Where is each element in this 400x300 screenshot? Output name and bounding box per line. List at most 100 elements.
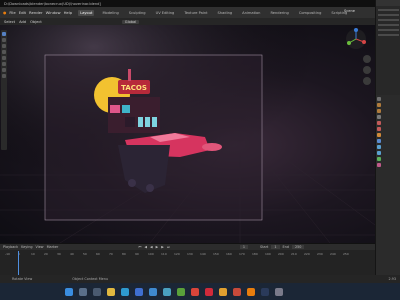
material-tab-icon[interactable]	[377, 163, 381, 167]
transform-tool-icon[interactable]	[2, 62, 6, 66]
menu-bar: ● File Edit Render Window Help Layout Mo…	[0, 7, 400, 18]
folder-icon[interactable]	[219, 287, 227, 296]
outliner-row[interactable]	[378, 9, 399, 11]
outliner-row[interactable]	[378, 14, 399, 16]
current-frame-field[interactable]: 1	[239, 245, 249, 249]
thruster-1	[128, 179, 136, 187]
workspace-tab-modeling[interactable]: Modeling	[100, 10, 120, 16]
opera-icon[interactable]	[205, 287, 213, 296]
rotate-tool-icon[interactable]	[2, 50, 6, 54]
output-tab-icon[interactable]	[377, 109, 381, 113]
constraints-tab-icon[interactable]	[377, 157, 381, 161]
xbox-icon[interactable]	[177, 287, 185, 296]
play-icon[interactable]: ▶	[156, 245, 159, 249]
edge-icon[interactable]	[121, 287, 129, 296]
menu-render[interactable]: Render	[29, 10, 43, 15]
jump-start-icon[interactable]: ⏮	[138, 245, 141, 249]
jump-end-icon[interactable]: ⏭	[167, 245, 170, 249]
taskview-icon[interactable]	[93, 287, 101, 296]
menu-help[interactable]: Help	[64, 10, 73, 15]
tick-label: 190	[265, 252, 271, 256]
physics-tab-icon[interactable]	[377, 151, 381, 155]
blender-logo-icon[interactable]: ●	[3, 10, 6, 15]
keying-menu[interactable]: Keying	[21, 245, 32, 249]
end-frame-field[interactable]: 250	[291, 245, 305, 249]
workspace-tab-shading[interactable]: Shading	[216, 10, 235, 16]
tool-tab-icon[interactable]	[377, 97, 381, 101]
select-tool-icon[interactable]	[2, 32, 6, 36]
tick-label: -10	[5, 252, 10, 256]
steam-icon[interactable]	[261, 287, 269, 296]
start-label: Start	[260, 245, 269, 249]
navigation-gizmo[interactable]	[345, 28, 367, 50]
scale-tool-icon[interactable]	[2, 56, 6, 60]
chrome-icon[interactable]	[191, 287, 199, 296]
outliner-row[interactable]	[378, 19, 399, 21]
workspace-tab-texture-paint[interactable]: Texture Paint	[182, 10, 209, 16]
camera-view-icon[interactable]	[363, 77, 371, 85]
workspace-tab-animation[interactable]: Animation	[240, 10, 262, 16]
cursor-tool-icon[interactable]	[2, 38, 6, 42]
status-rotate-view: Rotate View	[12, 277, 33, 281]
status-bar: Rotate View Object Context Menu 2.93	[0, 275, 400, 283]
object-tab-icon[interactable]	[377, 133, 381, 137]
photos-icon[interactable]	[163, 287, 171, 296]
orientation-dropdown[interactable]: Global	[121, 19, 140, 24]
frame-ruler[interactable]: -10 0 10 20 30 40 50 60 70 80 90 100 110…	[0, 252, 375, 258]
play-reverse-icon[interactable]: ◀	[150, 245, 153, 249]
workspace-tab-sculpting[interactable]: Sculpting	[127, 10, 148, 16]
particles-tab-icon[interactable]	[377, 145, 381, 149]
media-icon[interactable]	[233, 287, 241, 296]
world-tab-icon[interactable]	[377, 127, 381, 131]
menu-window[interactable]: Window	[46, 10, 61, 15]
workspace-tab-rendering[interactable]: Rendering	[268, 10, 290, 16]
view-layer-tab-icon[interactable]	[377, 115, 381, 119]
3d-viewport[interactable]: TACOS	[0, 25, 375, 243]
tick-label: 220	[304, 252, 310, 256]
door	[125, 117, 135, 127]
view-menu[interactable]: View	[36, 245, 44, 249]
workspace-tab-layout[interactable]: Layout	[78, 9, 95, 16]
scene-tab-icon[interactable]	[377, 121, 381, 125]
render-tab-icon[interactable]	[377, 103, 381, 107]
start-frame-field[interactable]: 1	[271, 245, 280, 249]
files-icon[interactable]	[107, 287, 115, 296]
blender-icon[interactable]	[247, 287, 255, 296]
select-menu[interactable]: Select	[4, 20, 15, 24]
end-label: End	[282, 245, 289, 249]
workspace-tab-compositing[interactable]: Compositing	[297, 10, 324, 16]
modifier-tab-icon[interactable]	[377, 139, 381, 143]
annotate-tool-icon[interactable]	[2, 68, 6, 72]
menu-edit[interactable]: Edit	[19, 10, 26, 15]
tacos-sign-text: TACOS	[121, 84, 147, 92]
search-icon[interactable]	[79, 287, 87, 296]
move-tool-icon[interactable]	[2, 44, 6, 48]
store-icon[interactable]	[135, 287, 143, 296]
tile-2	[145, 117, 150, 127]
playhead[interactable]	[18, 251, 19, 275]
windows-icon[interactable]	[65, 287, 73, 296]
prev-key-icon[interactable]: ◀	[144, 245, 147, 249]
next-key-icon[interactable]: ▶	[161, 245, 164, 249]
add-menu[interactable]: Add	[19, 20, 26, 24]
window-title: D:\Downloads\blender\bonecrux(UD)\hoveri…	[4, 1, 101, 6]
object-menu[interactable]: Object	[30, 20, 42, 24]
outliner-row[interactable]	[378, 34, 399, 36]
marker-menu[interactable]: Marker	[47, 245, 59, 249]
settings-icon[interactable]	[275, 287, 283, 296]
tick-label: 230	[317, 252, 323, 256]
playback-menu[interactable]: Playback	[3, 245, 18, 249]
tick-label: 80	[122, 252, 126, 256]
zoom-icon[interactable]	[363, 55, 371, 63]
outliner-row[interactable]	[378, 24, 399, 26]
tick-label: 240	[330, 252, 336, 256]
menu-file[interactable]: File	[9, 10, 15, 15]
workspace-tab-uv-editing[interactable]: UV Editing	[154, 10, 177, 16]
outliner-row[interactable]	[378, 29, 399, 31]
measure-tool-icon[interactable]	[2, 74, 6, 78]
scene-selector[interactable]: Scene	[344, 9, 355, 13]
mail-icon[interactable]	[149, 287, 157, 296]
hover-drone	[202, 143, 222, 151]
status-context-menu: Object Context Menu	[72, 277, 109, 281]
pan-icon[interactable]	[363, 66, 371, 74]
